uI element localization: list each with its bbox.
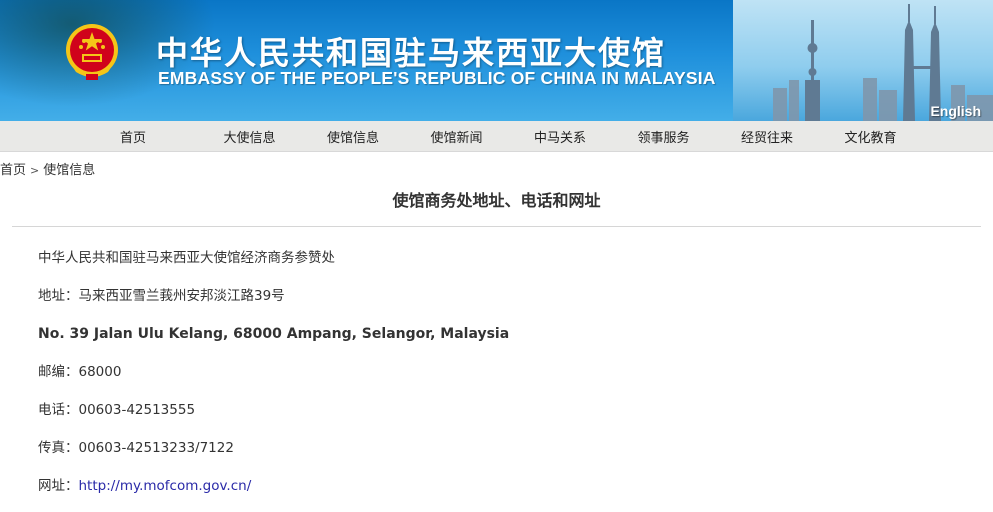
nav-item-ambassador[interactable]: 大使信息 bbox=[208, 127, 312, 146]
nav-item-economy-trade[interactable]: 经贸往来 bbox=[725, 127, 829, 146]
title-divider bbox=[12, 226, 981, 227]
phone-number: 电话：00603-42513555 bbox=[38, 402, 196, 418]
address-english: No. 39 Jalan Ulu Kelang, 68000 Ampang, S… bbox=[38, 326, 510, 342]
site-title-english: EMBASSY OF THE PEOPLE'S REPUBLIC OF CHIN… bbox=[158, 68, 716, 88]
nav-item-china-malaysia-relations[interactable]: 中马关系 bbox=[518, 127, 622, 146]
fax-number: 传真：00603-42513233/7122 bbox=[38, 440, 234, 456]
nav-item-embassy-info[interactable]: 使馆信息 bbox=[311, 127, 415, 146]
breadcrumb-home-link[interactable]: 首页 bbox=[0, 163, 26, 178]
nav-item-culture-education[interactable]: 文化教育 bbox=[829, 127, 933, 146]
breadcrumb-separator: > bbox=[30, 164, 40, 177]
english-language-link[interactable]: English bbox=[930, 103, 981, 119]
national-emblem-icon bbox=[66, 24, 118, 80]
organization-name: 中华人民共和国驻马来西亚大使馆经济商务参赞处 bbox=[38, 250, 335, 266]
main-navigation: 首页 大使信息 使馆信息 使馆新闻 中马关系 领事服务 经贸往来 文化教育 bbox=[0, 121, 993, 152]
postcode: 邮编：68000 bbox=[38, 364, 122, 380]
website-link[interactable]: http://my.mofcom.gov.cn/ bbox=[79, 478, 252, 494]
nav-item-consular-services[interactable]: 领事服务 bbox=[622, 127, 726, 146]
article-content: 中华人民共和国驻马来西亚大使馆经济商务参赞处 地址：马来西亚雪兰莪州安邦淡江路3… bbox=[0, 239, 993, 505]
breadcrumb-current-link[interactable]: 使馆信息 bbox=[43, 163, 95, 178]
nav-item-embassy-news[interactable]: 使馆新闻 bbox=[415, 127, 519, 146]
address-chinese: 地址：马来西亚雪兰莪州安邦淡江路39号 bbox=[38, 288, 285, 304]
nav-item-home[interactable]: 首页 bbox=[104, 127, 208, 146]
website-line: 网址：http://my.mofcom.gov.cn/ bbox=[38, 467, 993, 505]
site-banner: 中华人民共和国驻马来西亚大使馆 EMBASSY OF THE PEOPLE'S … bbox=[0, 0, 993, 121]
page-title: 使馆商务处地址、电话和网址 bbox=[392, 191, 601, 210]
breadcrumb: 首页 > 使馆信息 bbox=[0, 152, 993, 188]
website-label: 网址： bbox=[38, 478, 79, 494]
